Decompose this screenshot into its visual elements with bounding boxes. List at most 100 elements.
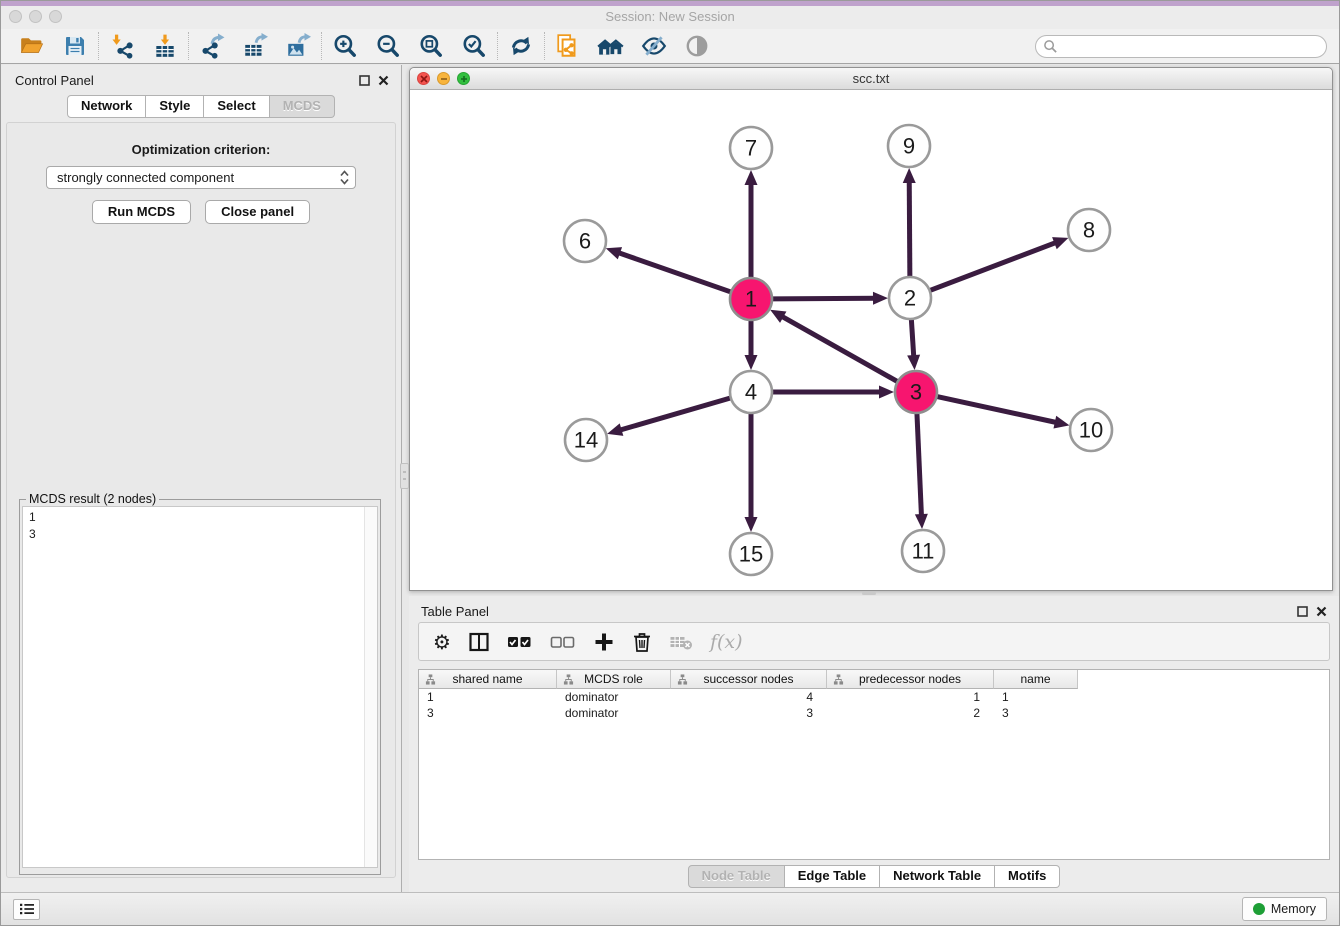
zoom-out-icon[interactable] xyxy=(374,32,402,60)
column-header-name[interactable]: name xyxy=(994,670,1078,689)
function-builder-icon[interactable]: f(x) xyxy=(710,631,743,653)
show-all-icon[interactable] xyxy=(683,32,711,60)
open-session-icon[interactable] xyxy=(18,32,46,60)
tab-mcds[interactable]: MCDS xyxy=(270,95,335,118)
zoom-in-icon[interactable] xyxy=(331,32,359,60)
criterion-select[interactable]: strongly connected component xyxy=(46,166,356,189)
close-panel-button[interactable]: Close panel xyxy=(205,200,310,224)
import-table-icon[interactable] xyxy=(151,32,179,60)
application-window: Session: New Session xyxy=(0,0,1340,926)
tab-select[interactable]: Select xyxy=(204,95,269,118)
node-4[interactable]: 4 xyxy=(730,371,772,413)
edge-2-9[interactable] xyxy=(909,179,910,277)
mcds-result-list[interactable]: 13 xyxy=(22,506,378,868)
save-session-icon[interactable] xyxy=(61,32,89,60)
table-cell[interactable]: 1 xyxy=(994,689,1078,705)
tab-network[interactable]: Network xyxy=(67,95,146,118)
node-11[interactable]: 11 xyxy=(902,530,944,572)
node-1[interactable]: 1 xyxy=(730,278,772,320)
table-cell[interactable]: 3 xyxy=(671,705,827,721)
column-header-predecessor-nodes[interactable]: predecessor nodes xyxy=(827,670,994,689)
control-panel-title: Control Panel xyxy=(15,73,94,88)
edge-4-14[interactable] xyxy=(618,398,731,431)
show-columns-icon[interactable] xyxy=(468,631,490,653)
tab-edge-table[interactable]: Edge Table xyxy=(785,865,880,888)
node-10[interactable]: 10 xyxy=(1070,409,1112,451)
node-9[interactable]: 9 xyxy=(888,125,930,167)
table-cell[interactable]: dominator xyxy=(557,705,671,721)
edge-2-8[interactable] xyxy=(930,242,1059,291)
table-cell[interactable]: 1 xyxy=(827,689,994,705)
select-stepper-icon xyxy=(338,169,351,186)
titlebar[interactable]: Session: New Session xyxy=(1,6,1339,29)
node-3[interactable]: 3 xyxy=(895,371,937,413)
table-cell[interactable]: 2 xyxy=(827,705,994,721)
zoom-selected-icon[interactable] xyxy=(460,32,488,60)
delete-icon[interactable] xyxy=(632,631,652,653)
memory-button[interactable]: Memory xyxy=(1242,897,1327,921)
tab-network-table[interactable]: Network Table xyxy=(880,865,995,888)
table-cell[interactable]: 1 xyxy=(419,689,557,705)
task-history-button[interactable] xyxy=(13,899,40,920)
table-row[interactable]: 3dominator323 xyxy=(419,705,1329,721)
close-table-panel-icon[interactable] xyxy=(1316,606,1327,617)
edge-arrow-1-6 xyxy=(606,247,622,259)
float-table-panel-icon[interactable] xyxy=(1297,606,1308,617)
node-6[interactable]: 6 xyxy=(564,220,606,262)
table-cell[interactable]: 3 xyxy=(994,705,1078,721)
table-panel-tabs: Node TableEdge TableNetwork TableMotifs xyxy=(688,865,1061,888)
deselect-all-icon[interactable] xyxy=(550,633,576,651)
mcds-result-scrollbar[interactable] xyxy=(364,507,377,867)
mcds-result-item[interactable]: 1 xyxy=(29,509,377,526)
node-8[interactable]: 8 xyxy=(1068,209,1110,251)
export-image-icon[interactable] xyxy=(284,32,312,60)
table-row[interactable]: 1dominator411 xyxy=(419,689,1329,705)
edge-1-2[interactable] xyxy=(772,298,877,299)
tab-style[interactable]: Style xyxy=(146,95,204,118)
first-neighbors-icon[interactable] xyxy=(597,32,625,60)
node-7[interactable]: 7 xyxy=(730,127,772,169)
node-2[interactable]: 2 xyxy=(889,277,931,319)
delete-table-icon[interactable] xyxy=(669,633,693,651)
select-all-icon[interactable] xyxy=(507,633,533,651)
edge-3-10[interactable] xyxy=(937,396,1059,423)
import-network-icon[interactable] xyxy=(108,32,136,60)
network-canvas[interactable]: 7 9 6 8 1 2 4 3 14 10 15 11 xyxy=(410,90,1332,590)
export-network-icon[interactable] xyxy=(198,32,226,60)
tab-motifs[interactable]: Motifs xyxy=(995,865,1060,888)
float-panel-icon[interactable] xyxy=(359,75,370,86)
add-icon[interactable] xyxy=(593,631,615,653)
mcds-result-item[interactable]: 3 xyxy=(29,526,377,543)
column-header-label: successor nodes xyxy=(703,672,793,686)
column-tree-icon xyxy=(833,674,844,685)
table-cell[interactable]: 3 xyxy=(419,705,557,721)
tab-node-table[interactable]: Node Table xyxy=(688,865,785,888)
edge-3-1[interactable] xyxy=(780,315,898,381)
edge-1-6[interactable] xyxy=(616,252,731,292)
network-graph: 7 9 6 8 1 2 4 3 14 10 15 11 xyxy=(410,90,1332,590)
search-input[interactable] xyxy=(1035,35,1327,58)
node-15[interactable]: 15 xyxy=(730,533,772,575)
refresh-icon[interactable] xyxy=(507,32,535,60)
run-mcds-button[interactable]: Run MCDS xyxy=(92,200,191,224)
column-header-MCDS-role[interactable]: MCDS role xyxy=(557,670,671,689)
network-window-resize-handle[interactable] xyxy=(862,592,876,595)
node-label: 2 xyxy=(904,286,916,311)
node-table: shared nameMCDS role successor nodes prede… xyxy=(418,669,1330,860)
network-window-titlebar[interactable]: scc.txt xyxy=(410,68,1332,90)
panel-splitter-handle[interactable] xyxy=(400,463,409,489)
table-cell[interactable]: dominator xyxy=(557,689,671,705)
column-header-shared-name[interactable]: shared name xyxy=(419,670,557,689)
table-cell[interactable]: 4 xyxy=(671,689,827,705)
close-panel-icon[interactable] xyxy=(378,75,389,86)
column-header-successor-nodes[interactable]: successor nodes xyxy=(671,670,827,689)
new-network-from-selection-icon[interactable] xyxy=(554,32,582,60)
hide-selected-icon[interactable] xyxy=(640,32,668,60)
table-settings-icon[interactable]: ⚙ xyxy=(433,632,451,652)
edge-2-3[interactable] xyxy=(911,319,914,359)
edge-3-11[interactable] xyxy=(917,413,922,518)
mcds-result-group: MCDS result (2 nodes) 13 xyxy=(19,492,381,875)
export-table-icon[interactable] xyxy=(241,32,269,60)
node-14[interactable]: 14 xyxy=(565,419,607,461)
zoom-fit-icon[interactable] xyxy=(417,32,445,60)
